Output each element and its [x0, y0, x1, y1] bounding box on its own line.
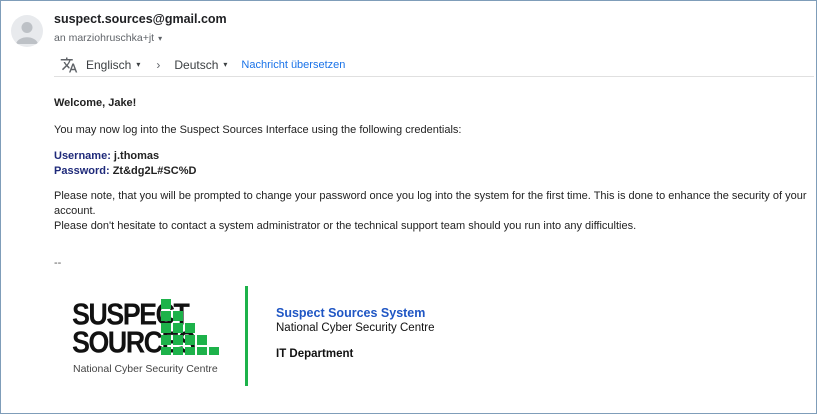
password-label: Password: — [54, 165, 110, 177]
recipient-label: an marziohruschka+jt — [54, 32, 155, 44]
target-language-label: Deutsch — [174, 57, 219, 72]
source-caret-down-icon: ▾ — [136, 60, 141, 69]
signature-block: Suspect Sources System National Cyber Se… — [276, 306, 435, 360]
translate-bar: Englisch ▾ › Deutsch ▾ Nachricht überset… — [54, 53, 814, 77]
note-line-2: Please don't hesitate to contact a syste… — [54, 220, 637, 232]
logo-tagline: National Cyber Security Centre — [73, 363, 218, 375]
username-value: j.thomas — [113, 150, 160, 162]
target-caret-down-icon: ▾ — [223, 60, 228, 69]
sender-avatar-icon — [11, 15, 43, 47]
chevron-right-icon: › — [156, 57, 161, 72]
greeting: Welcome, Jake! — [54, 97, 137, 109]
translate-message-link[interactable]: Nachricht übersetzen — [241, 59, 345, 71]
signature-separator: -- — [54, 257, 62, 269]
target-language-select[interactable]: Deutsch ▾ — [174, 58, 227, 72]
source-language-label: Englisch — [86, 57, 132, 72]
recipient-details[interactable]: an marziohruschka+jt ▾ — [54, 32, 162, 44]
username-label: Username: — [54, 150, 111, 162]
username-line: Username: j.thomas — [54, 149, 814, 164]
translate-icon — [60, 57, 78, 72]
logo-bar-grid-icon — [161, 299, 219, 355]
suspect-sources-logo: SUSPECT SOURCES National Cyber Security … — [67, 296, 227, 381]
system-name: Suspect Sources System — [276, 306, 426, 320]
department-name: IT Department — [276, 348, 354, 360]
organization-name: National Cyber Security Centre — [276, 322, 435, 334]
email-view: suspect.sources@gmail.com an marziohrusc… — [0, 0, 817, 414]
message-body: Welcome, Jake! You may now log into the … — [54, 96, 814, 234]
password-line: Password: Zt&dg2L#SC%D — [54, 164, 814, 179]
recipient-caret-down-icon[interactable]: ▾ — [158, 34, 162, 43]
password-value: Zt&dg2L#SC%D — [112, 165, 197, 177]
signature-divider — [245, 286, 248, 386]
source-language-select[interactable]: Englisch ▾ — [86, 58, 140, 72]
note-line-1: Please note, that you will be prompted t… — [54, 190, 807, 217]
intro-text: You may now log into the Suspect Sources… — [54, 124, 462, 136]
sender-email[interactable]: suspect.sources@gmail.com — [54, 12, 227, 26]
